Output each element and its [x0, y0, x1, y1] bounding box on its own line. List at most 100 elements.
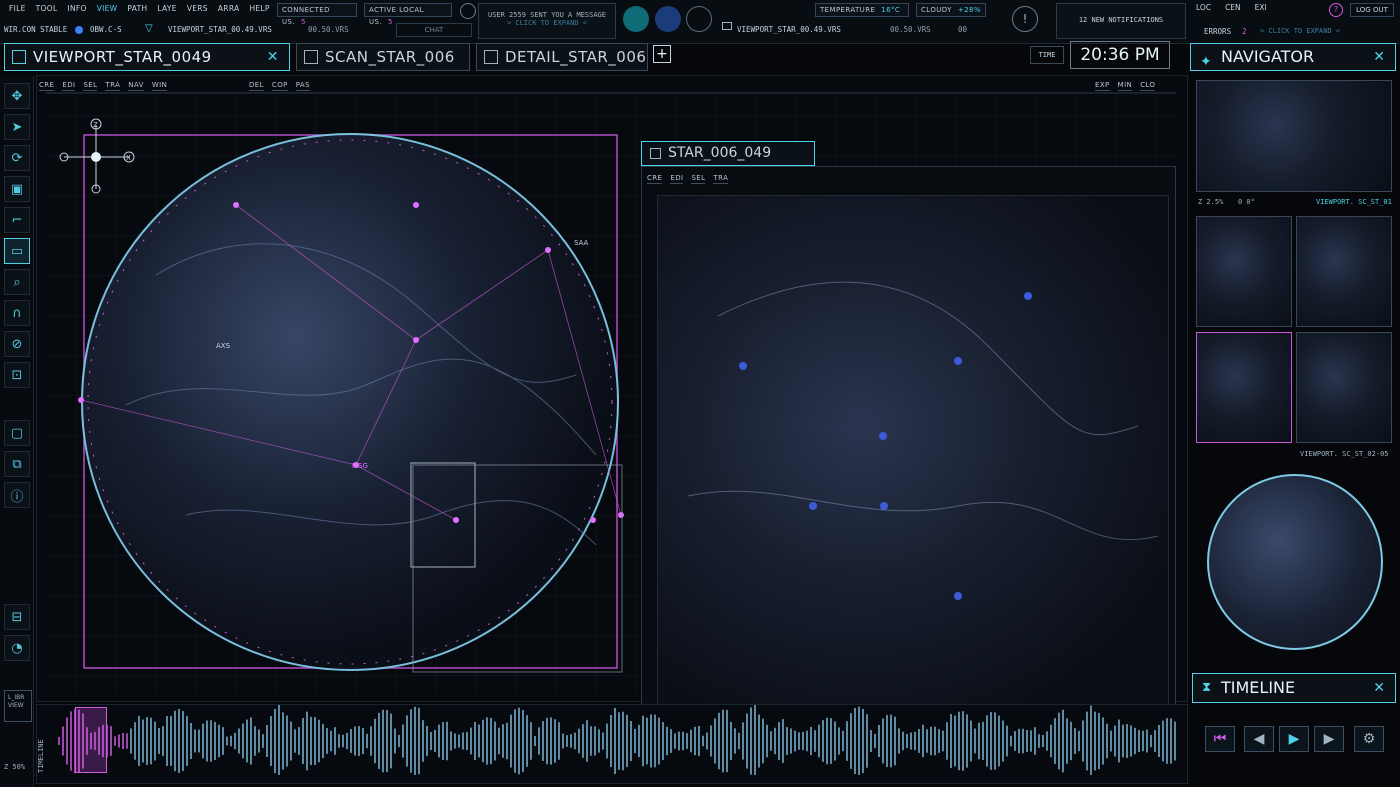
- right-menu-loc[interactable]: LOC: [1196, 3, 1211, 12]
- notifications-text: 12 NEW NOTIFICATIONS: [1078, 16, 1164, 24]
- detail-window-tab[interactable]: STAR_006_049: [641, 141, 815, 166]
- play-button[interactable]: ▶: [1279, 726, 1309, 752]
- layers-icon[interactable]: ⧉: [4, 451, 30, 477]
- nav-planet-preview[interactable]: [1207, 474, 1383, 650]
- nav-thumb-2[interactable]: [1196, 216, 1292, 327]
- tab-label: SCAN_STAR_006: [325, 48, 455, 66]
- tab-scan-star[interactable]: SCAN_STAR_006: [296, 43, 470, 71]
- axis-x-label: X: [126, 154, 131, 162]
- active-count: 5: [388, 18, 393, 26]
- nav-thumb-3[interactable]: [1296, 216, 1392, 327]
- active-users[interactable]: ACTIVE LOCAL US. 5: [364, 3, 452, 26]
- errors-label: ERRORS: [1204, 27, 1232, 36]
- tab-label: VIEWPORT_STAR_0049: [33, 48, 212, 66]
- time-label: TIME: [1030, 46, 1064, 64]
- clock: 20:36 PM: [1070, 41, 1170, 69]
- move-icon[interactable]: ✥: [4, 83, 30, 109]
- detail-window[interactable]: CRE EDI SEL TRA: [641, 166, 1176, 710]
- menu-item-laye[interactable]: LAYE: [152, 3, 181, 15]
- nav-thumb-main[interactable]: [1196, 80, 1392, 192]
- detail-image[interactable]: [657, 195, 1169, 707]
- detail-window-icon: [650, 148, 661, 159]
- add-tab-icon[interactable]: +: [653, 45, 671, 63]
- pointer-icon[interactable]: ➤: [4, 114, 30, 140]
- step-back-icon: ◀: [1253, 731, 1265, 747]
- wircon-status: WIR.CON STABLE: [4, 25, 68, 34]
- shape-icon[interactable]: ⊘: [4, 331, 30, 357]
- weather-value: +28%: [957, 6, 981, 14]
- folder-icon[interactable]: [623, 6, 649, 32]
- tab-label: DETAIL_STAR_006: [505, 48, 647, 66]
- temperature-label: TEMPERATURE: [820, 6, 876, 14]
- timeline-zoom: Z 50%: [4, 763, 26, 771]
- settings-icon[interactable]: [686, 6, 712, 32]
- frame-icon[interactable]: ▢: [4, 420, 30, 446]
- menu-item-info[interactable]: INFO: [62, 3, 91, 15]
- subtoolbar-cre[interactable]: CRE: [647, 174, 663, 184]
- gauge-icon[interactable]: ◔: [4, 635, 30, 661]
- message-link[interactable]: > CLICK TO EXPAND <: [479, 19, 615, 27]
- alert-icon[interactable]: !: [1012, 6, 1038, 32]
- planet-globe[interactable]: [81, 133, 619, 671]
- status-dot-icon: [75, 26, 83, 34]
- version-file[interactable]: 00.50.VRS: [308, 25, 349, 34]
- right-menu-exi[interactable]: EXI: [1255, 3, 1267, 12]
- message-box[interactable]: USER 2559 SENT YOU A MESSAGE > CLICK TO …: [478, 3, 616, 39]
- help-icon[interactable]: ?: [1329, 3, 1343, 17]
- nav-thumb-5[interactable]: [1296, 332, 1392, 443]
- step-forward-button[interactable]: ▶: [1314, 726, 1344, 752]
- close-icon[interactable]: ✕: [1373, 674, 1385, 702]
- right-menu-cen[interactable]: CEN: [1225, 3, 1241, 12]
- magnet-icon[interactable]: ∩: [4, 300, 30, 326]
- chat-tab[interactable]: CHAT: [396, 23, 472, 37]
- viewport-icon: [12, 50, 26, 64]
- chevron-down-icon[interactable]: ▽: [145, 23, 153, 34]
- settings-button[interactable]: ⚙: [1354, 726, 1384, 752]
- label-axs: AXS: [216, 342, 231, 350]
- viewport-icon[interactable]: ▭: [4, 238, 30, 264]
- menu-item-arra[interactable]: ARRA: [213, 3, 245, 15]
- close-icon[interactable]: ✕: [1373, 44, 1385, 70]
- temperature-chip: TEMPERATURE 16°C: [815, 3, 909, 17]
- menu-item-file[interactable]: FILE: [4, 3, 31, 15]
- subtoolbar-edi[interactable]: EDI: [670, 174, 684, 184]
- rotate-icon[interactable]: ⟳: [4, 145, 30, 171]
- file2-version[interactable]: 00.50.VRS: [890, 25, 931, 34]
- menu-item-help[interactable]: HELP: [244, 3, 274, 15]
- zoom-icon[interactable]: ⌕: [4, 269, 30, 295]
- subtoolbar-tra[interactable]: TRA: [713, 174, 729, 184]
- ticket-icon[interactable]: ⊟: [4, 604, 30, 630]
- path-icon[interactable]: ⌐: [4, 207, 30, 233]
- notifications[interactable]: 12 NEW NOTIFICATIONS: [1056, 3, 1186, 39]
- menu-item-vers[interactable]: VERS: [182, 3, 213, 15]
- viewport-file[interactable]: VIEWPORT_STAR_00.49.VRS: [168, 25, 272, 34]
- lock-icon[interactable]: ⊡: [4, 362, 30, 388]
- close-icon[interactable]: ✕: [267, 44, 279, 70]
- connected-users[interactable]: CONNECTED US. 5: [277, 3, 357, 26]
- label-msg: MSG: [352, 462, 368, 470]
- menu-item-path[interactable]: PATH: [122, 3, 152, 15]
- timeline-track[interactable]: TIMELINE: [36, 704, 1188, 784]
- subtoolbar-sel[interactable]: SEL: [691, 174, 706, 184]
- chat-icon[interactable]: [460, 3, 476, 19]
- errors-link[interactable]: > CLICK TO EXPAND <: [1260, 27, 1340, 35]
- nav-thumb-4[interactable]: [1196, 332, 1292, 443]
- logout-button[interactable]: LOG OUT: [1350, 3, 1394, 17]
- menu-item-view[interactable]: VIEW: [92, 3, 123, 15]
- scale-icon[interactable]: ▣: [4, 176, 30, 202]
- weather-label: CLOUDY: [921, 6, 952, 14]
- menu-item-tool[interactable]: TOOL: [31, 3, 63, 15]
- skip-start-button[interactable]: ⏮: [1205, 726, 1235, 752]
- tab-detail-star[interactable]: DETAIL_STAR_006: [476, 43, 648, 71]
- info-icon[interactable]: ⓘ: [4, 482, 30, 508]
- temperature-value: 16°C: [881, 6, 901, 14]
- axis-z-label: Z: [93, 121, 98, 129]
- step-back-button[interactable]: ◀: [1244, 726, 1274, 752]
- gear-icon: ⚙: [1362, 731, 1376, 747]
- errors-count: 2: [1242, 27, 1247, 36]
- tab-viewport-star[interactable]: VIEWPORT_STAR_0049 ✕: [4, 43, 290, 71]
- phone-icon[interactable]: [655, 6, 681, 32]
- file2-name[interactable]: VIEWPORT_STAR_00.49.VRS: [737, 25, 841, 34]
- detail-terrain: [687, 281, 1159, 600]
- file2-number: 00: [958, 25, 968, 34]
